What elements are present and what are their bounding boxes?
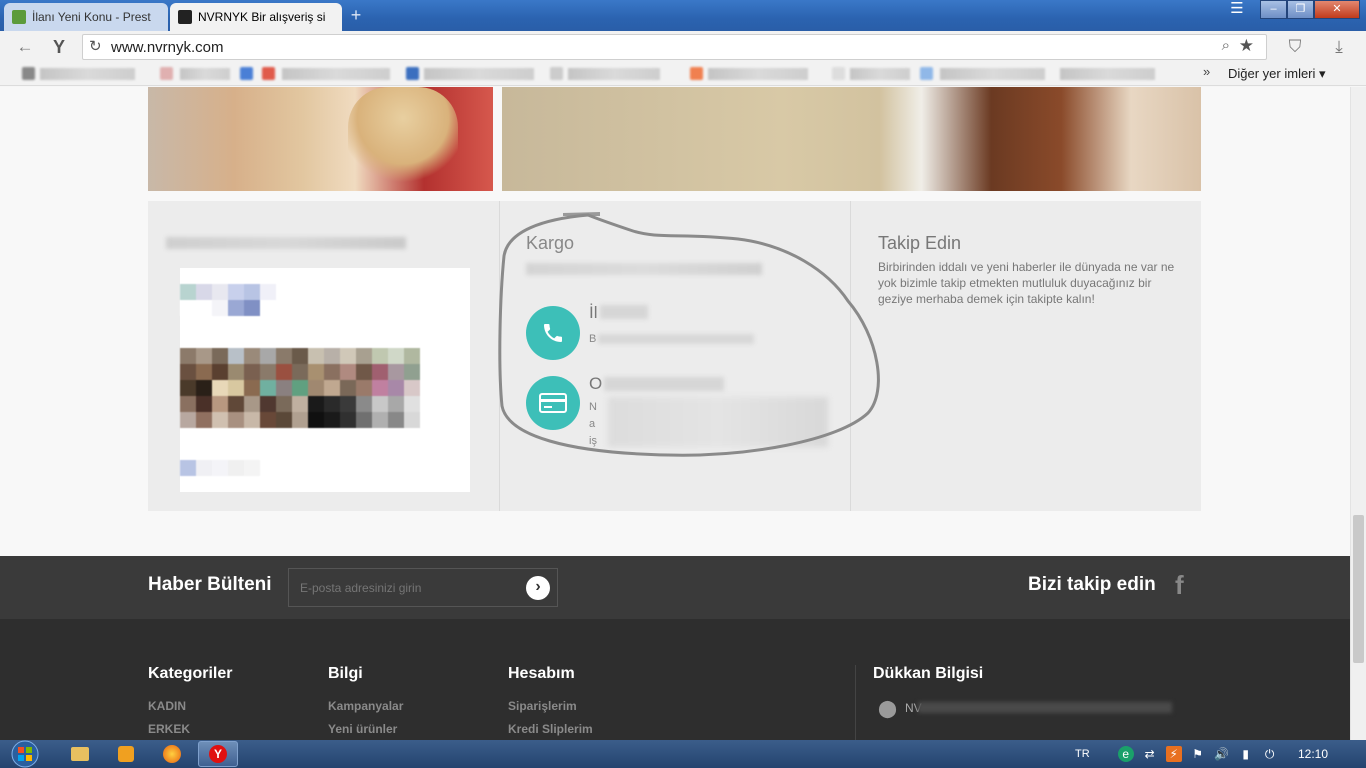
bookmark-favicon-icon [240, 67, 253, 80]
close-window-button[interactable]: ✕ [1314, 0, 1360, 19]
folder-icon [71, 747, 89, 761]
volume-icon[interactable]: 🔊 [1214, 746, 1230, 762]
bookmark-favicon-icon [832, 67, 845, 80]
footer-link-kadin[interactable]: KADIN [148, 699, 186, 713]
newsletter-email-input[interactable] [288, 568, 558, 607]
other-bookmarks-button[interactable]: Diğer yer imleri ▾ [1228, 66, 1326, 82]
bookmark-item[interactable] [850, 68, 910, 80]
taskbar-yandex-browser[interactable]: Y [198, 741, 238, 767]
language-indicator[interactable]: TR [1075, 748, 1090, 760]
footer-link-new-products[interactable]: Yeni ürünler [328, 722, 397, 736]
protect-shield-icon[interactable]: ⛉ [1284, 36, 1306, 58]
browser-titlebar: İlanı Yeni Konu - Prest NVRNYK Bir alışv… [0, 0, 1366, 31]
taskbar-clock[interactable]: 12:10 [1298, 747, 1328, 761]
bookmark-star-icon[interactable]: ★ [1239, 36, 1254, 56]
bookmark-item[interactable] [940, 68, 1045, 80]
tab-title: NVRNYK Bir alışveriş si [198, 10, 326, 24]
newsletter-submit-arrow-icon[interactable]: › [526, 576, 550, 600]
address-bar[interactable]: ↻ www.nvrnyk.com ⌕ ★ [82, 34, 1267, 60]
system-tray: TR e ⇄ ⚡ ⚑ 🔊 ▮ ⏻ [1075, 740, 1278, 768]
footer-info-title: Bilgi [328, 665, 363, 682]
footer-account-title: Hesabım [508, 665, 575, 682]
minimize-button[interactable]: – [1260, 0, 1287, 19]
bookmark-favicon-icon [406, 67, 419, 80]
bookmark-favicon-icon [920, 67, 933, 80]
bookmark-item[interactable] [568, 68, 660, 80]
signal-strength-icon[interactable]: ▮ [1238, 746, 1254, 762]
more-bookmarks-chevron-icon[interactable]: » [1203, 64, 1210, 79]
hand-drawn-highlight-outline [498, 212, 880, 457]
vertical-scrollbar[interactable] [1350, 87, 1366, 740]
tab-prestashop[interactable]: İlanı Yeni Konu - Prest [4, 3, 168, 31]
back-arrow-icon[interactable]: ← [14, 36, 36, 58]
start-button[interactable] [6, 740, 44, 768]
tab-nvrnyk[interactable]: NVRNYK Bir alışveriş si [170, 3, 342, 31]
newsletter-bar: Haber Bülteni › Bizi takip edin f [0, 556, 1350, 619]
downloads-icon[interactable]: ⤓ [1328, 36, 1350, 58]
bookmark-favicon-icon [160, 67, 173, 80]
window-controls: ☰ – ❐ ✕ [1224, 0, 1360, 19]
bookmark-favicon-icon [22, 67, 35, 80]
yandex-browser-icon: Y [209, 745, 227, 763]
bookmark-item[interactable] [708, 68, 808, 80]
update-icon[interactable]: ⚡ [1165, 746, 1182, 762]
navigation-bar: ← Y ↻ www.nvrnyk.com ⌕ ★ ⛉ ⤓ [0, 31, 1366, 62]
follow-us-label: Bizi takip edin [1028, 574, 1156, 595]
footer-link-credit-slips[interactable]: Kredi Sliplerim [508, 722, 593, 736]
footer-store-info-title: Dükkan Bilgisi [873, 665, 984, 682]
reload-icon[interactable]: ↻ [89, 37, 102, 55]
bookmark-item[interactable] [40, 68, 135, 80]
bookmark-item[interactable] [1060, 68, 1155, 80]
url-text: www.nvrnyk.com [111, 39, 224, 56]
network-sync-icon[interactable]: ⇄ [1142, 746, 1158, 762]
action-center-flag-icon[interactable]: ⚑ [1190, 746, 1206, 762]
bookmark-favicon-icon [690, 67, 703, 80]
bookmark-item[interactable] [424, 68, 534, 80]
bookmark-favicon-icon [262, 67, 275, 80]
bookmark-favicon-icon [550, 67, 563, 80]
banner-image-right[interactable] [502, 87, 1201, 191]
location-pin-icon: ⬤ [878, 699, 898, 718]
new-tab-button[interactable]: + [346, 6, 366, 24]
banner-model-figure [348, 87, 458, 191]
banner-image-left[interactable] [148, 87, 493, 191]
blurred-store-address [918, 702, 1172, 713]
scrollbar-thumb[interactable] [1353, 515, 1364, 663]
power-plug-icon[interactable]: ⏻ [1262, 746, 1278, 762]
yandex-logo-icon[interactable]: Y [48, 36, 70, 58]
firefox-icon [163, 745, 181, 763]
bookmark-item[interactable] [180, 68, 230, 80]
footer-divider [855, 665, 856, 740]
windows-taskbar: Y TR e ⇄ ⚡ ⚑ 🔊 ▮ ⏻ 12:10 [0, 740, 1366, 768]
footer-link-erkek[interactable]: ERKEK [148, 722, 190, 736]
page-viewport: Kargo İl B O N a iş Takip Edin Birbirind… [0, 87, 1350, 740]
tab-title: İlanı Yeni Konu - Prest [32, 10, 151, 24]
prestashop-favicon-icon [12, 10, 26, 24]
bookmarks-bar: » Diğer yer imleri ▾ [0, 62, 1366, 86]
eset-antivirus-icon[interactable]: e [1117, 746, 1134, 762]
footer: Kategoriler KADIN ERKEK Bilgi Kampanyala… [0, 619, 1350, 740]
taskbar-explorer[interactable] [60, 741, 100, 767]
maximize-button[interactable]: ❐ [1287, 0, 1314, 19]
bookmark-item[interactable] [282, 68, 390, 80]
info-panel: Kargo İl B O N a iş Takip Edin Birbirind… [148, 201, 1201, 511]
windows-logo-icon [11, 740, 39, 768]
footer-categories-title: Kategoriler [148, 665, 233, 682]
search-zoom-icon[interactable]: ⌕ [1222, 37, 1230, 54]
taskbar-firefox[interactable] [152, 741, 192, 767]
shop-bag-favicon-icon [178, 10, 192, 24]
media-player-icon [118, 746, 134, 762]
newsletter-label: Haber Bülteni [148, 574, 272, 595]
footer-link-campaigns[interactable]: Kampanyalar [328, 699, 403, 713]
footer-link-orders[interactable]: Siparişlerim [508, 699, 577, 713]
taskbar-media-player[interactable] [106, 741, 146, 767]
facebook-icon[interactable]: f [1175, 570, 1184, 601]
browser-menu-icon[interactable]: ☰ [1224, 0, 1250, 19]
